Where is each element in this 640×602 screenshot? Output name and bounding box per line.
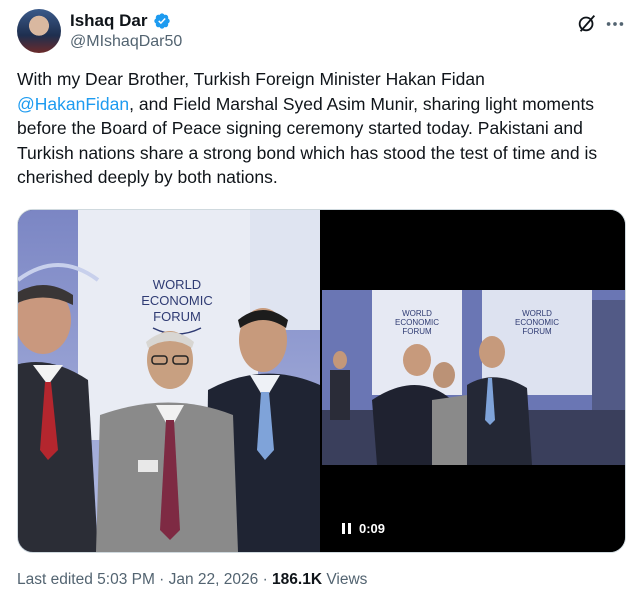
video-sign2-line2: ECONOMIC (515, 318, 559, 327)
media-grid: WORLD ECONOMIC FORUM WORLD ECONOMIC FORU… (17, 209, 626, 553)
edited-timestamp[interactable]: Last edited 5:03 PM · Jan 22, 2026 · (17, 571, 272, 588)
wef-sign-line2: ECONOMIC (141, 293, 213, 308)
avatar[interactable] (17, 9, 61, 53)
mention-link[interactable]: @HakanFidan (17, 94, 129, 114)
video-player[interactable]: WORLD ECONOMIC FORUM WORLD ECONOMIC FORU… (322, 210, 625, 552)
video-time: 0:09 (359, 521, 386, 536)
tweet-meta: Last edited 5:03 PM · Jan 22, 2026 · 186… (17, 571, 367, 589)
video-sign-line2: ECONOMIC (395, 318, 439, 327)
tweet-text: With my Dear Brother, Turkish Foreign Mi… (17, 67, 623, 190)
verified-badge-icon[interactable] (153, 12, 171, 30)
photo-left[interactable]: WORLD ECONOMIC FORUM (18, 210, 320, 552)
wef-sign-line3: FORUM (153, 309, 201, 324)
views-count: 186.1K (272, 571, 323, 588)
tweet-text-part1: With my Dear Brother, Turkish Foreign Mi… (17, 69, 485, 89)
video-frame: WORLD ECONOMIC FORUM WORLD ECONOMIC FORU… (322, 290, 625, 465)
author-name[interactable]: Ishaq Dar (70, 11, 147, 31)
video-sign-line3: FORUM (402, 327, 432, 336)
author-name-row: Ishaq Dar (70, 11, 171, 31)
author-handle[interactable]: @MIshaqDar50 (70, 33, 182, 51)
pause-icon[interactable] (342, 523, 351, 534)
more-options-icon[interactable] (604, 13, 626, 35)
grok-icon[interactable] (576, 12, 598, 34)
wef-sign-line1: WORLD (153, 277, 201, 292)
video-sign-line1: WORLD (402, 309, 432, 318)
video-controls: 0:09 (342, 521, 385, 536)
views-label: Views (322, 571, 368, 588)
video-sign2-line3: FORUM (522, 327, 552, 336)
video-sign2-line1: WORLD (522, 309, 552, 318)
